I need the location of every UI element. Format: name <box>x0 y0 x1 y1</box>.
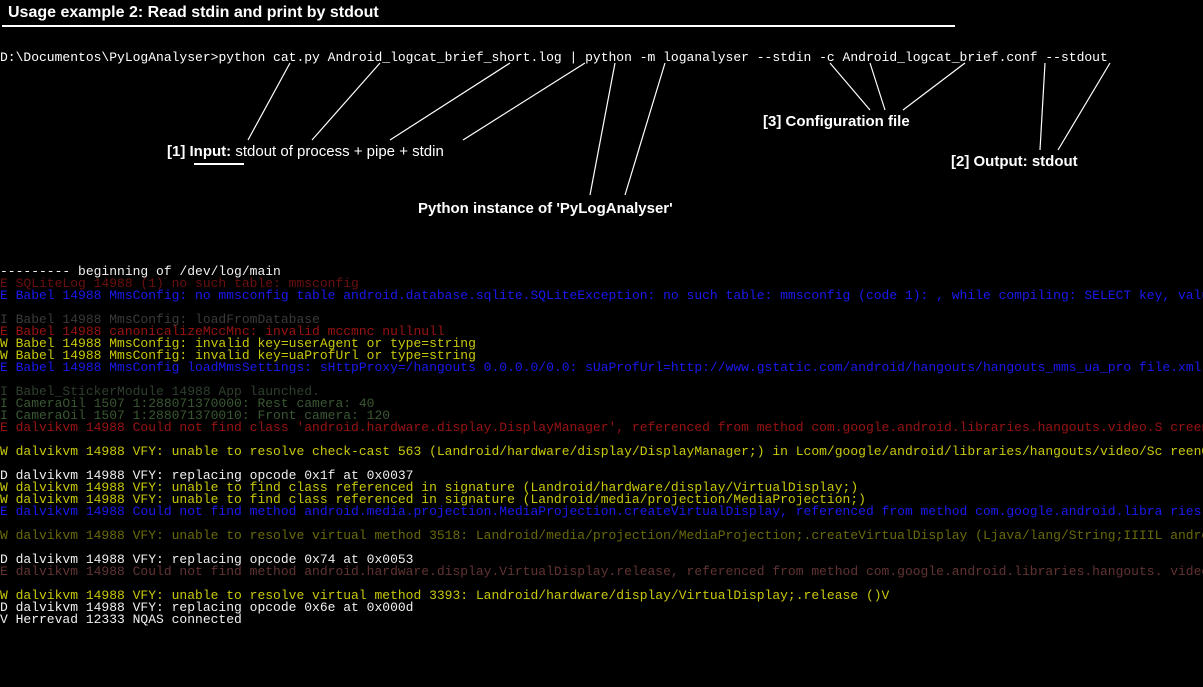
log-line: E dalvikvm 14988 Could not find class 'a… <box>0 422 1203 434</box>
annot-output-num: [2] <box>951 153 969 170</box>
command-line: D:\Documentos\PyLogAnalyser>python cat.p… <box>0 50 1108 65</box>
log-line: E Babel 14988 MmsConfig: no mmsconfig ta… <box>0 290 1203 302</box>
annot-input-num: [1] <box>167 143 185 160</box>
annot-config-text: Configuration file <box>786 113 910 130</box>
annot-input-rest: stdout of process + pipe + stdin <box>235 143 443 160</box>
annot-output: [2] Output: stdout <box>951 153 1078 170</box>
annot-input-underline <box>194 163 244 165</box>
annot-pyinst: Python instance of 'PyLogAnalyser' <box>418 200 673 217</box>
log-line: E dalvikvm 14988 Could not find method a… <box>0 566 1203 578</box>
log-line: E dalvikvm 14988 Could not find method a… <box>0 506 1203 518</box>
title-underline <box>2 25 955 27</box>
prompt: D:\Documentos\PyLogAnalyser> <box>0 50 218 65</box>
annot-output-text: Output: stdout <box>974 153 1078 170</box>
log-line: W dalvikvm 14988 VFY: unable to resolve … <box>0 446 1203 458</box>
log-line: E Babel 14988 MmsConfig loadMmsSettings:… <box>0 362 1201 374</box>
annot-config: [3] Configuration file <box>763 113 910 130</box>
annot-input: [1] Input: stdout of process + pipe + st… <box>167 143 444 160</box>
annot-input-label: Input: <box>190 143 232 160</box>
annot-config-num: [3] <box>763 113 781 130</box>
log-line: V Herrevad 12333 NQAS connected <box>0 614 242 626</box>
page-title: Usage example 2: Read stdin and print by… <box>0 0 387 26</box>
annotation-lines <box>0 60 1203 290</box>
command-text: python cat.py Android_logcat_brief_short… <box>218 50 1107 65</box>
log-line: W dalvikvm 14988 VFY: unable to resolve … <box>0 530 1203 542</box>
